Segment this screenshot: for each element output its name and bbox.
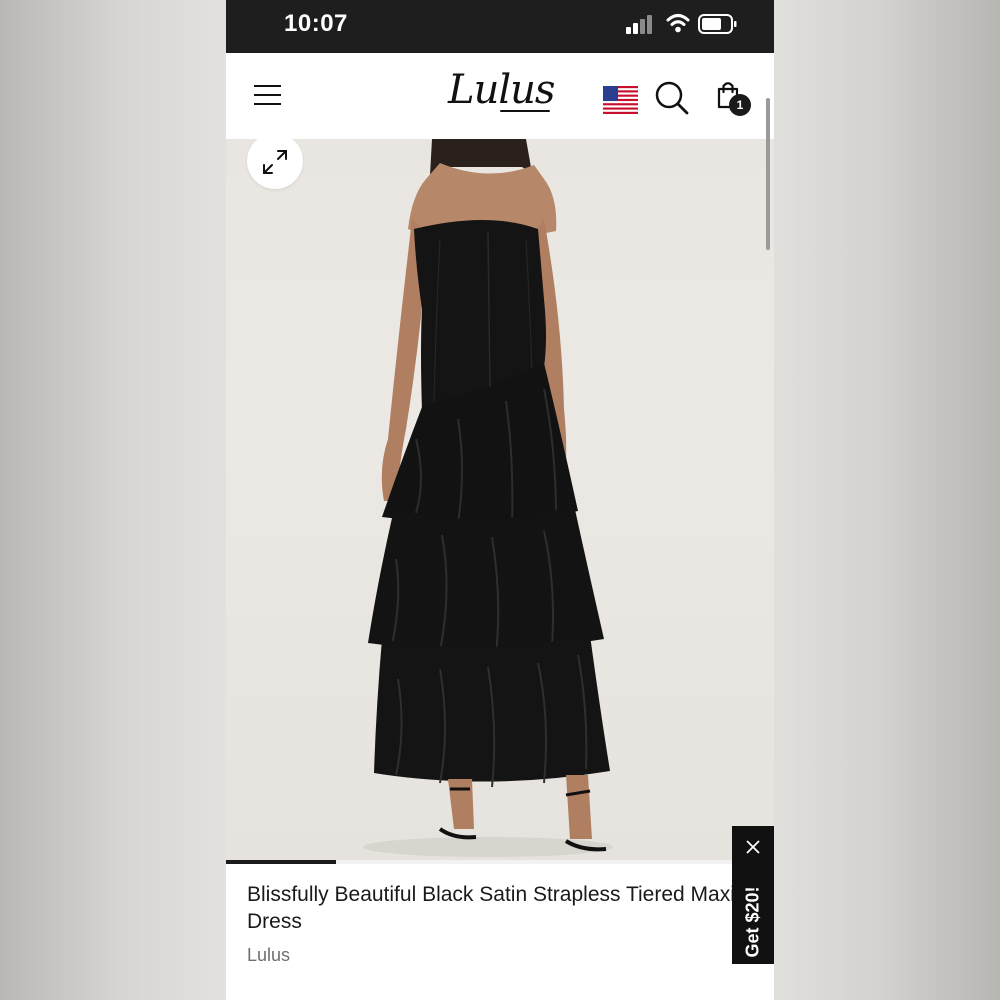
product-photo <box>363 139 613 857</box>
product-brand[interactable]: Lulus <box>247 945 290 966</box>
promo-label[interactable]: Get $20! <box>743 886 764 957</box>
signal-icon <box>626 15 652 34</box>
battery-icon <box>698 14 737 34</box>
cart-count-badge[interactable]: 1 <box>729 94 751 116</box>
product-title: Blissfully Beautiful Black Satin Straple… <box>247 883 735 933</box>
search-icon[interactable] <box>654 80 690 116</box>
product-image[interactable] <box>226 139 774 862</box>
scrollbar-thumb[interactable] <box>766 98 770 250</box>
site-logo[interactable]: Lulus <box>448 67 555 113</box>
status-time: 10:07 <box>284 10 348 37</box>
gallery-progress-fill <box>226 860 336 864</box>
wifi-icon <box>666 14 690 33</box>
promo-tab[interactable]: Get $20! <box>732 826 774 964</box>
expand-arrows-icon <box>263 150 287 174</box>
gallery-progress-bar <box>226 860 774 864</box>
phone-screen: 10:07 Lulus 1 Blissfully Beautiful Black… <box>226 0 774 1000</box>
site-header: Lulus 1 <box>226 53 774 140</box>
us-flag-icon[interactable] <box>603 86 638 114</box>
status-bar: 10:07 <box>226 0 774 53</box>
menu-icon[interactable] <box>254 84 281 106</box>
logo-swash <box>500 110 550 112</box>
close-icon[interactable] <box>744 838 762 856</box>
